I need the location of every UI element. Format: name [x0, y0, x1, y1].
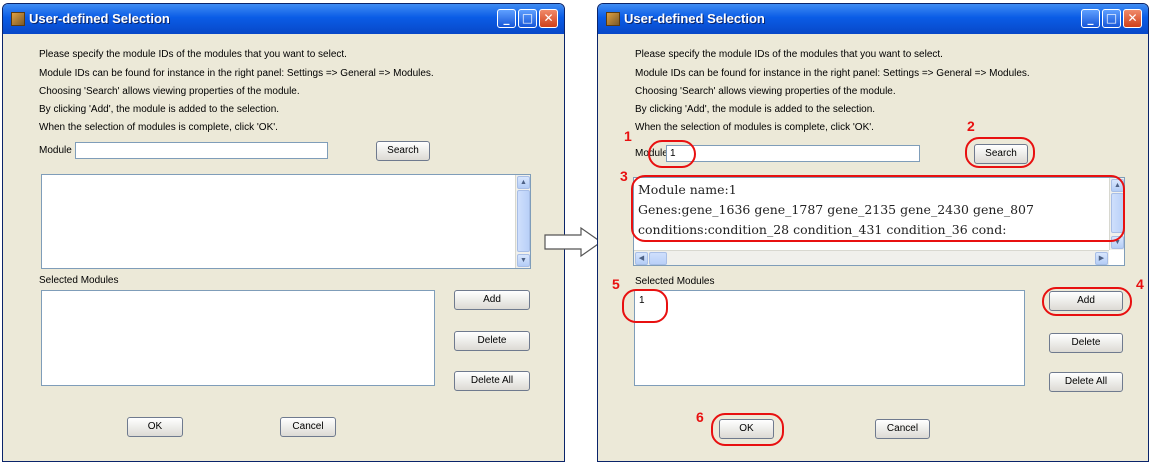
maximize-button[interactable]: □: [1102, 9, 1121, 28]
module-label: Module: [39, 145, 72, 156]
callout-number: 3: [620, 168, 628, 184]
title-bar[interactable]: User-defined Selection _ □ ✕: [598, 4, 1148, 34]
close-button[interactable]: ✕: [1123, 9, 1142, 28]
scroll-thumb[interactable]: [517, 190, 530, 252]
instruction-line: When the selection of modules is complet…: [635, 122, 874, 133]
cancel-button[interactable]: Cancel: [875, 419, 930, 439]
callout-number: 2: [967, 118, 975, 134]
selected-modules-label: Selected Modules: [39, 275, 119, 286]
callout-number: 4: [1136, 276, 1144, 292]
dialog-right: User-defined Selection _ □ ✕ Please spec…: [597, 3, 1149, 462]
callout-number: 6: [696, 409, 704, 425]
ok-button[interactable]: OK: [127, 417, 183, 437]
selected-modules-label: Selected Modules: [635, 276, 715, 287]
window-title: User-defined Selection: [624, 11, 765, 26]
cancel-button[interactable]: Cancel: [280, 417, 336, 437]
java-app-icon: [11, 12, 25, 26]
callout-ok-button: [711, 413, 784, 446]
instruction-line: Module IDs can be found for instance in …: [39, 68, 434, 79]
title-bar[interactable]: User-defined Selection _ □ ✕: [3, 4, 564, 34]
callout-add-button: [1042, 287, 1132, 316]
selected-modules-list[interactable]: [41, 290, 435, 386]
scroll-right-icon[interactable]: ▶: [1095, 252, 1108, 265]
callout-selected-item: [622, 289, 668, 323]
delete-button[interactable]: Delete: [1049, 333, 1123, 353]
scroll-up-icon[interactable]: ▲: [517, 176, 530, 189]
transition-arrow: [544, 226, 603, 258]
delete-all-button[interactable]: Delete All: [454, 371, 530, 391]
close-button[interactable]: ✕: [539, 9, 558, 28]
instruction-line: Please specify the module IDs of the mod…: [635, 49, 943, 60]
dialog-left: User-defined Selection _ □ ✕ Please spec…: [2, 3, 565, 462]
scroll-left-icon[interactable]: ◀: [635, 252, 648, 265]
selected-modules-list[interactable]: 1: [634, 290, 1025, 386]
delete-button[interactable]: Delete: [454, 331, 530, 351]
window-title: User-defined Selection: [29, 11, 170, 26]
module-input[interactable]: [75, 142, 328, 159]
search-button[interactable]: Search: [376, 141, 430, 161]
module-info-area[interactable]: ▲ ▼: [41, 174, 531, 269]
callout-module-field: [648, 140, 696, 168]
maximize-button[interactable]: □: [518, 9, 537, 28]
callout-module-info: [631, 175, 1125, 242]
instruction-line: When the selection of modules is complet…: [39, 122, 278, 133]
minimize-button[interactable]: _: [1081, 9, 1100, 28]
callout-number: 1: [624, 128, 632, 144]
instruction-line: Choosing 'Search' allows viewing propert…: [635, 86, 896, 97]
minimize-button[interactable]: _: [497, 9, 516, 28]
instruction-line: Module IDs can be found for instance in …: [635, 68, 1030, 79]
horizontal-scrollbar[interactable]: ◀ ▶: [634, 250, 1109, 265]
add-button[interactable]: Add: [454, 290, 530, 310]
instruction-line: Please specify the module IDs of the mod…: [39, 49, 347, 60]
delete-all-button[interactable]: Delete All: [1049, 372, 1123, 392]
scroll-thumb[interactable]: [649, 252, 667, 265]
instruction-line: By clicking 'Add', the module is added t…: [39, 104, 280, 115]
callout-search-button: [965, 137, 1035, 168]
callout-number: 5: [612, 276, 620, 292]
scroll-down-icon[interactable]: ▼: [517, 254, 530, 267]
module-input[interactable]: 1: [666, 145, 920, 162]
instruction-line: By clicking 'Add', the module is added t…: [635, 104, 876, 115]
instruction-line: Choosing 'Search' allows viewing propert…: [39, 86, 300, 97]
java-app-icon: [606, 12, 620, 26]
vertical-scrollbar[interactable]: ▲ ▼: [515, 175, 530, 268]
